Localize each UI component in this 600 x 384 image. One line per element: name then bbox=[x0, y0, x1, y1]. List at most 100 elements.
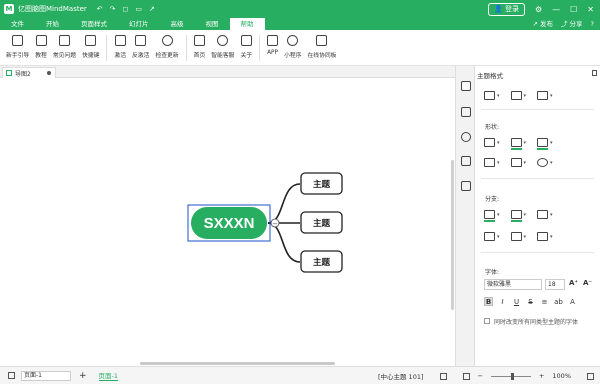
strikethrough-button[interactable]: S bbox=[526, 297, 535, 306]
zoom-slider[interactable] bbox=[490, 372, 531, 380]
branch-connector-dropdown[interactable]: ▾ bbox=[537, 210, 553, 219]
topic-count-label: [中心主题 101] bbox=[377, 373, 424, 381]
about-button[interactable]: 关于 bbox=[240, 35, 252, 59]
page-list-icon[interactable] bbox=[8, 372, 15, 379]
branch-connector bbox=[267, 222, 301, 263]
publish-button[interactable]: ↗ 发布 bbox=[532, 18, 553, 30]
miniprogram-button[interactable]: 小程序 bbox=[284, 35, 301, 59]
layout-dropdown[interactable]: ▾ bbox=[484, 91, 500, 100]
highlight-button[interactable]: ab bbox=[554, 297, 563, 306]
decrease-font-button[interactable]: A⁻ bbox=[583, 279, 592, 287]
underline-button[interactable]: U bbox=[512, 297, 521, 306]
fit-page-icon[interactable] bbox=[439, 372, 447, 380]
branch-color-dropdown[interactable]: ▾ bbox=[510, 210, 526, 222]
menu-advanced[interactable]: 高级 bbox=[160, 18, 195, 30]
fill-color-dropdown[interactable]: ▾ bbox=[510, 138, 526, 150]
bold-button[interactable]: B bbox=[484, 297, 493, 306]
border-color-dropdown[interactable]: ▾ bbox=[537, 138, 553, 150]
menu-slideshow[interactable]: 幻灯片 bbox=[118, 18, 160, 30]
branch-taper-dropdown[interactable]: ▾ bbox=[510, 232, 526, 241]
corner-style-dropdown[interactable]: ▾ bbox=[510, 158, 526, 167]
close-button[interactable]: ✕ bbox=[587, 5, 594, 14]
clipart-icon[interactable] bbox=[461, 132, 471, 142]
fill-color-icon bbox=[510, 138, 522, 150]
help-icon[interactable]: ? bbox=[591, 18, 594, 30]
font-family-select[interactable]: 微软雅黑 bbox=[484, 279, 542, 290]
faq-icon bbox=[58, 35, 70, 46]
settings-icon[interactable]: ⚙ bbox=[535, 5, 542, 14]
border-weight-dropdown[interactable]: ▾ bbox=[484, 158, 500, 167]
contacts-icon[interactable] bbox=[461, 181, 471, 191]
new-file-icon[interactable]: ◻ bbox=[123, 5, 129, 13]
fullscreen-icon[interactable] bbox=[462, 372, 470, 380]
zoom-in-button[interactable]: + bbox=[539, 372, 544, 380]
login-button[interactable]: 👤 登录 bbox=[488, 2, 525, 16]
zoom-level[interactable]: 100% bbox=[552, 372, 571, 380]
outline-icon[interactable] bbox=[461, 156, 471, 166]
faq-button[interactable]: 常见问题 bbox=[53, 35, 76, 59]
increase-font-button[interactable]: A⁺ bbox=[569, 279, 578, 287]
ribbon-divider bbox=[259, 35, 261, 61]
service-button[interactable]: 智能客服 bbox=[211, 35, 234, 59]
branch-fill-dropdown[interactable]: ▾ bbox=[484, 210, 500, 222]
deactivate-button[interactable]: 反激活 bbox=[132, 35, 149, 59]
line-width-icon bbox=[484, 232, 495, 241]
font-color-button[interactable]: A bbox=[568, 297, 577, 306]
subtopic-3[interactable]: 主题 bbox=[300, 250, 343, 273]
activate-button[interactable]: 激活 bbox=[114, 35, 126, 59]
add-page-button[interactable]: + bbox=[79, 371, 87, 381]
minimize-button[interactable]: — bbox=[552, 5, 560, 14]
check-update-button[interactable]: 检查更新 bbox=[155, 35, 179, 59]
page-select[interactable]: 页面-1 bbox=[21, 370, 71, 381]
save-icon[interactable]: ▭ bbox=[135, 5, 142, 13]
export-icon[interactable]: ↗ bbox=[149, 5, 155, 13]
redo-icon[interactable]: ↷ bbox=[110, 5, 116, 13]
guide-button[interactable]: 新手引导 bbox=[6, 35, 29, 59]
italic-button[interactable]: I bbox=[498, 297, 507, 306]
branch-width-dropdown[interactable]: ▾ bbox=[484, 232, 500, 241]
format-paint-icon[interactable] bbox=[461, 81, 471, 91]
ribbon-divider bbox=[106, 35, 108, 61]
zoom-out-button[interactable]: − bbox=[478, 372, 483, 380]
shadow-dropdown[interactable]: ▾ bbox=[537, 158, 553, 167]
menu-bar: 文件 开始 页面样式 幻灯片 高级 视图 帮助 ↗ 发布 ⤴ 分享 ? bbox=[0, 18, 600, 30]
whiteboard-button[interactable]: 在线协同板 bbox=[307, 35, 336, 59]
menu-file[interactable]: 文件 bbox=[0, 18, 35, 30]
subtopic-2[interactable]: 主题 bbox=[300, 211, 343, 234]
pin-panel-icon[interactable] bbox=[592, 70, 597, 76]
zoom-slider-thumb[interactable] bbox=[510, 372, 514, 380]
structure-dropdown[interactable]: ▾ bbox=[510, 91, 526, 100]
branch-dash-dropdown[interactable]: ▾ bbox=[537, 232, 553, 241]
apply-all-checkbox[interactable] bbox=[484, 318, 490, 324]
undo-icon[interactable]: ↶ bbox=[97, 5, 103, 13]
share-button[interactable]: ⤴ 分享 bbox=[561, 18, 583, 30]
menu-help[interactable]: 帮助 bbox=[229, 18, 265, 30]
app-title: 亿图脑图MindMaster bbox=[18, 5, 87, 13]
update-icon bbox=[161, 35, 173, 46]
fit-window-icon[interactable] bbox=[587, 372, 594, 380]
align-button[interactable]: ≡ bbox=[540, 297, 549, 306]
central-topic[interactable]: SXXXN bbox=[191, 207, 267, 239]
menu-page-style[interactable]: 页面样式 bbox=[70, 18, 118, 30]
app-button[interactable]: APP bbox=[267, 35, 279, 56]
tutorial-button[interactable]: 教程 bbox=[35, 35, 47, 59]
document-tab[interactable]: 导图2 bbox=[2, 67, 56, 78]
menu-view[interactable]: 视图 bbox=[195, 18, 230, 30]
font-size-select[interactable]: 18 bbox=[545, 279, 565, 290]
home-button[interactable]: 首页 bbox=[194, 35, 205, 59]
horizontal-scrollbar[interactable] bbox=[140, 362, 335, 365]
subtopic-1[interactable]: 主题 bbox=[300, 172, 343, 195]
shape-dropdown[interactable]: ▾ bbox=[484, 138, 500, 147]
mindmap-canvas[interactable]: SXXXN − 主题 主题 主题 bbox=[0, 78, 455, 366]
page-tab[interactable]: 页面-1 bbox=[98, 370, 119, 381]
map-settings-icon[interactable] bbox=[461, 107, 471, 117]
maximize-button[interactable]: ☐ bbox=[570, 5, 577, 14]
miniprogram-icon bbox=[287, 35, 299, 46]
document-tab-label: 导图2 bbox=[15, 70, 31, 78]
mindmap-file-icon bbox=[6, 70, 12, 76]
vertical-scrollbar[interactable] bbox=[451, 160, 454, 310]
shortcut-button[interactable]: 快捷键 bbox=[82, 35, 99, 59]
menu-start[interactable]: 开始 bbox=[35, 18, 70, 30]
boundary-dropdown[interactable]: ▾ bbox=[537, 91, 553, 100]
line-weight-icon bbox=[484, 158, 495, 167]
